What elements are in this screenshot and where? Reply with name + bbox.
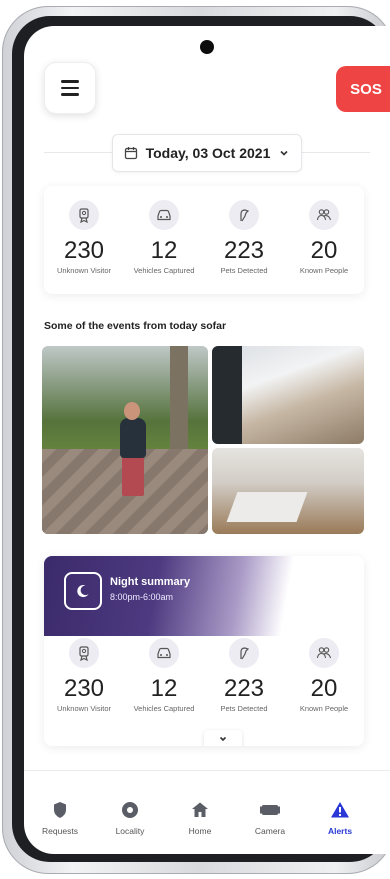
nav-camera[interactable]: Camera [240,800,300,836]
stat-label: Known People [299,266,349,275]
stat-value: 20 [310,237,338,264]
stat-value: 230 [63,237,105,264]
badge-icon [69,638,99,668]
hamburger-icon [61,93,79,96]
nav-requests[interactable]: Requests [30,800,90,836]
stat-label: Unknown Visitor [56,266,112,275]
stat-value: 223 [223,675,265,702]
nav-label: Camera [254,826,286,836]
moon-icon [64,572,102,610]
stat-label: Pets Detected [220,266,268,275]
nav-locality[interactable]: Locality [100,800,160,836]
shield-icon [30,800,90,820]
people-icon [309,638,339,668]
date-selector[interactable]: Today, 03 Oct 2021 [112,134,302,172]
nav-home[interactable]: Home [170,800,230,836]
stat-value: 12 [150,675,178,702]
chevron-down-icon [278,147,290,159]
night-stat-unknown-visitor[interactable]: 230 Unknown Visitor [44,638,124,713]
event-photo-indoor-2[interactable] [212,448,364,534]
people-icon [309,200,339,230]
stat-value: 20 [310,675,338,702]
nav-alerts[interactable]: Alerts [310,800,370,836]
stat-vehicles-captured[interactable]: 12 Vehicles Captured [124,200,204,275]
night-stat-known-people[interactable]: 20 Known People [284,638,364,713]
nav-label: Locality [115,826,145,836]
camera-icon [240,800,300,820]
stat-value: 223 [223,237,265,264]
events-heading: Some of the events from today sofar [44,320,227,332]
alert-icon [310,800,370,820]
stat-label: Known People [299,704,349,713]
stat-value: 230 [63,675,105,702]
night-stat-pets-detected[interactable]: 223 Pets Detected [204,638,284,713]
chevron-down-icon [218,731,228,746]
bottom-nav-divider [24,770,390,771]
stat-pets-detected[interactable]: 223 Pets Detected [204,200,284,275]
event-photo-front-yard[interactable] [42,346,208,534]
app-screen: SOS Today, 03 Oct 2021 230 Unknown Visit… [24,26,390,854]
car-icon [149,200,179,230]
night-summary-title: Night summary [110,576,191,588]
nav-label: Home [188,826,212,836]
bottom-navigation: Requests Locality Home Camera Alerts [24,782,390,852]
home-icon [170,800,230,820]
night-summary-time: 8:00pm-6:00am [110,592,174,602]
pet-icon [229,200,259,230]
menu-button[interactable] [44,62,96,114]
locality-icon [100,800,160,820]
sos-button[interactable]: SOS [336,66,390,112]
night-stat-vehicles-captured[interactable]: 12 Vehicles Captured [124,638,204,713]
pet-icon [229,638,259,668]
stat-value: 12 [150,237,178,264]
car-icon [149,638,179,668]
stat-known-people[interactable]: 20 Known People [284,200,364,275]
calendar-icon [124,146,138,160]
hamburger-icon [61,86,79,90]
stat-label: Vehicles Captured [133,704,195,713]
stat-label: Pets Detected [220,704,268,713]
stat-unknown-visitor[interactable]: 230 Unknown Visitor [44,200,124,275]
date-label: Today, 03 Oct 2021 [145,145,271,161]
nav-label: Alerts [327,826,353,836]
night-summary-card: Night summary 8:00pm-6:00am 230 Unknown … [44,556,364,746]
expand-button[interactable] [204,730,242,746]
nav-label: Requests [42,826,78,836]
badge-icon [69,200,99,230]
today-stats-card: 230 Unknown Visitor 12 Vehicles Captured… [44,186,364,294]
hamburger-icon [61,80,79,83]
front-camera [200,40,214,54]
stat-label: Vehicles Captured [133,266,195,275]
event-photo-indoor-1[interactable] [212,346,364,444]
stat-label: Unknown Visitor [56,704,112,713]
